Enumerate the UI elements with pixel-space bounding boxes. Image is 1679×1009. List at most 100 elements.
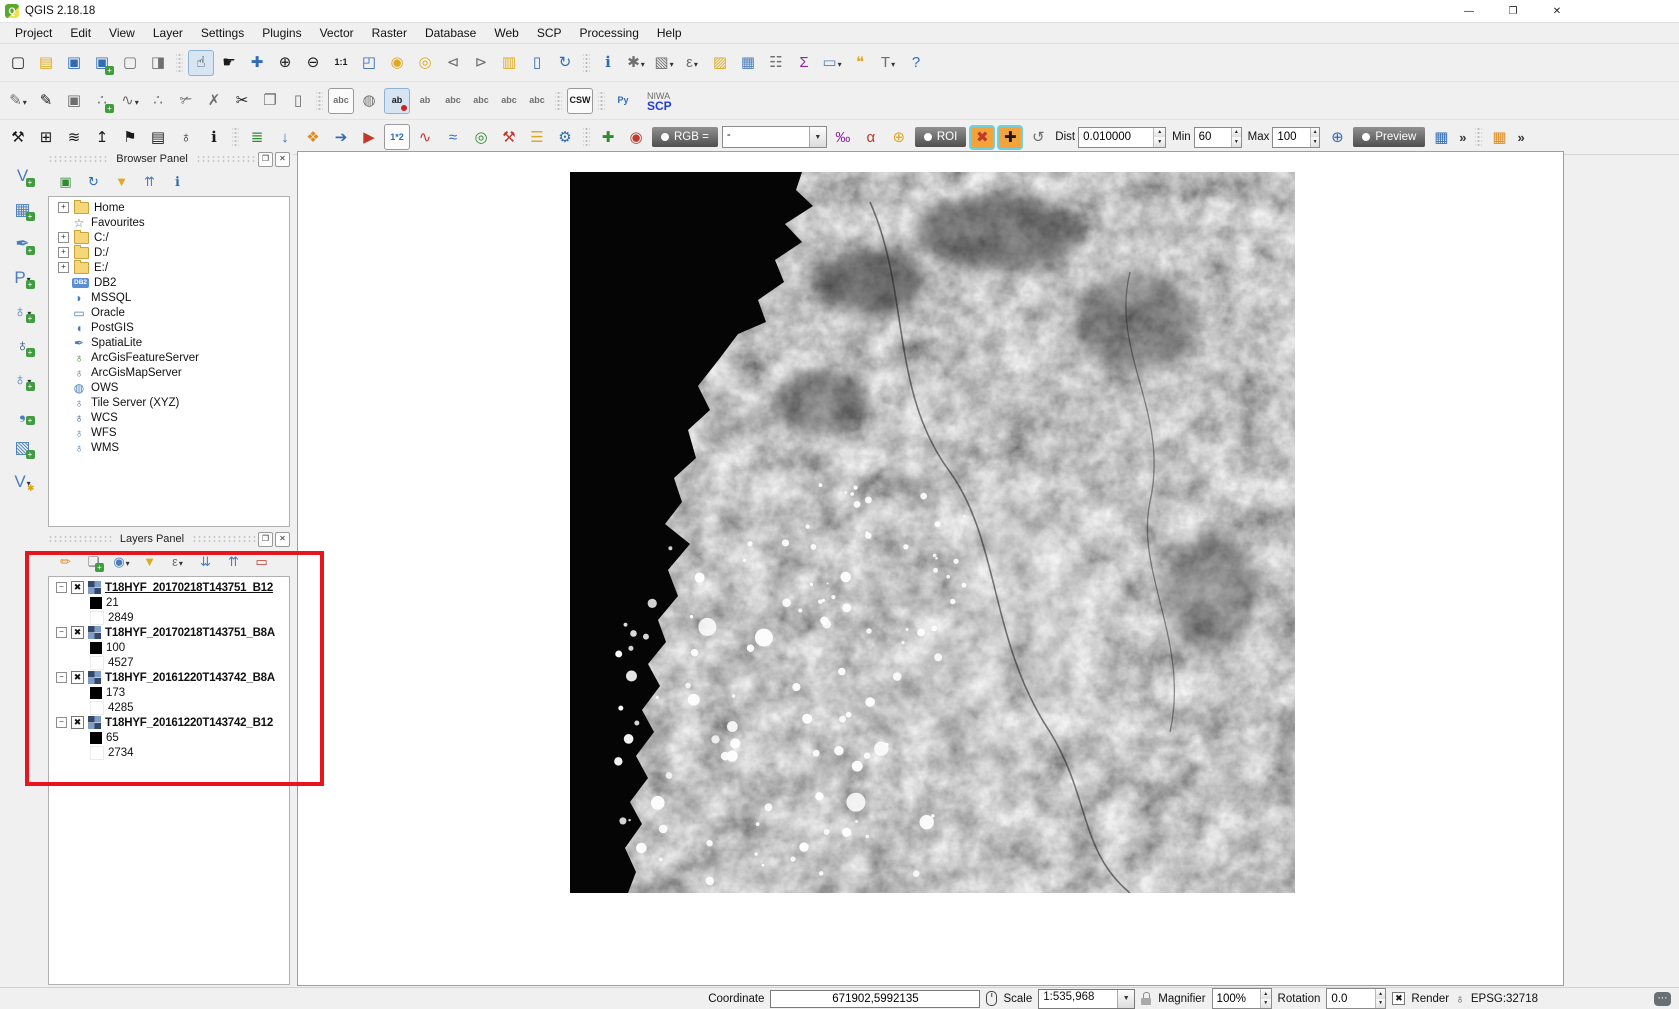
- expander-icon[interactable]: +: [58, 232, 69, 243]
- browser-item-c[interactable]: +C:/: [49, 230, 289, 245]
- pan-to-selection-button[interactable]: ✚: [244, 50, 270, 76]
- menu-vector[interactable]: Vector: [311, 24, 363, 42]
- expander-icon[interactable]: +: [58, 202, 69, 213]
- spin-down-icon[interactable]: [1311, 137, 1320, 147]
- scp-tools-button[interactable]: ⚒: [496, 124, 522, 150]
- expander-icon[interactable]: +: [58, 247, 69, 258]
- add-wms-layer-button[interactable]: ♁+: [10, 298, 36, 324]
- layer-row[interactable]: −✖T18HYF_20170218T143751_B12: [49, 580, 289, 595]
- label-highlight-button[interactable]: ab: [412, 88, 438, 114]
- scp-docs-button[interactable]: ☰: [524, 124, 550, 150]
- toolbar-overflow-button[interactable]: »: [1459, 130, 1466, 145]
- zoom-full-button[interactable]: ◰: [356, 50, 382, 76]
- spin-down-icon[interactable]: [1154, 137, 1165, 147]
- expand-all-button[interactable]: ⇊: [194, 550, 217, 573]
- spin-up-icon[interactable]: [1311, 128, 1320, 138]
- manage-visibility-button[interactable]: ◉: [110, 550, 133, 573]
- rgb-zoom-button[interactable]: ◉: [623, 124, 649, 150]
- chevron-down-icon[interactable]: [891, 54, 895, 71]
- label-properties-button[interactable]: abc: [524, 88, 550, 114]
- magnifier-input[interactable]: [1213, 989, 1260, 1008]
- mouse-position-icon[interactable]: [986, 991, 997, 1006]
- layer-checkbox[interactable]: ✖: [71, 581, 84, 594]
- menu-processing[interactable]: Processing: [571, 24, 648, 42]
- drag-handle[interactable]: [196, 155, 256, 163]
- chevron-down-icon[interactable]: [809, 127, 826, 147]
- spin-down-icon[interactable]: [1232, 137, 1241, 147]
- maximize-button[interactable]: ❐: [1491, 0, 1535, 22]
- add-delimited-text-button[interactable]: ❟+: [10, 400, 36, 426]
- move-feature-button[interactable]: ∴: [145, 88, 171, 114]
- rotation-spinner[interactable]: [1326, 988, 1386, 1009]
- plugin-export-button[interactable]: ⚑: [117, 124, 143, 150]
- open-attribute-table-button[interactable]: ▦: [735, 50, 761, 76]
- add-selected-layers-button[interactable]: ▣: [54, 170, 77, 193]
- cut-features-button[interactable]: ✂: [229, 88, 255, 114]
- chevron-down-icon[interactable]: [126, 554, 130, 569]
- layer-row[interactable]: −✖T18HYF_20161220T143742_B8A: [49, 670, 289, 685]
- spin-up-icon[interactable]: [1154, 128, 1165, 138]
- expander-icon[interactable]: −: [56, 582, 67, 593]
- expander-icon[interactable]: +: [58, 262, 69, 273]
- scp-settings-button[interactable]: ⚙: [552, 124, 578, 150]
- roi-redo-button[interactable]: ↺: [1025, 124, 1051, 150]
- new-scratch-layer-button[interactable]: V✱: [10, 468, 36, 494]
- menu-view[interactable]: View: [100, 24, 144, 42]
- delete-selected-button[interactable]: ✗: [201, 88, 227, 114]
- chevron-down-icon[interactable]: [694, 54, 698, 71]
- float-panel-button[interactable]: ❐: [258, 532, 273, 547]
- crs-globe-icon[interactable]: ♁: [1455, 991, 1465, 1006]
- browser-item-mssql[interactable]: ◗MSSQL: [49, 290, 289, 305]
- browser-item-tile-server-xyz[interactable]: ♁Tile Server (XYZ): [49, 395, 289, 410]
- new-shapefile-layer-button[interactable]: ▧+: [10, 434, 36, 460]
- composer-manager-button[interactable]: ◨: [145, 50, 171, 76]
- dist-field-input[interactable]: [1079, 128, 1153, 147]
- browser-item-home[interactable]: +Home: [49, 200, 289, 215]
- toggle-editing-button[interactable]: ✎: [33, 88, 59, 114]
- layer-checkbox[interactable]: ✖: [71, 716, 84, 729]
- scp-spectral-signature-button[interactable]: ≈: [440, 124, 466, 150]
- chevron-down-icon[interactable]: [670, 54, 674, 71]
- label-show-hide-button[interactable]: abc: [440, 88, 466, 114]
- zoom-out-button[interactable]: ⊖: [300, 50, 326, 76]
- labeling-options-button[interactable]: abc: [328, 88, 354, 114]
- run-feature-action-button[interactable]: ✱: [623, 50, 649, 76]
- max-field-input[interactable]: [1273, 128, 1309, 147]
- roi-chip[interactable]: ROI: [915, 127, 966, 147]
- show-statistics-button[interactable]: Σ: [791, 50, 817, 76]
- layers-panel-header[interactable]: Layers Panel ❐ ✕: [45, 530, 293, 548]
- zoom-in-button[interactable]: ⊕: [272, 50, 298, 76]
- chevron-down-icon[interactable]: [838, 54, 842, 71]
- scp-band-set-button[interactable]: ≣: [244, 124, 270, 150]
- coordinate-input[interactable]: [770, 990, 980, 1008]
- rgb-chip[interactable]: RGB =: [652, 127, 718, 147]
- dist-field-spinner[interactable]: [1078, 127, 1166, 148]
- chevron-down-icon[interactable]: [1117, 990, 1134, 1008]
- zoom-to-roi-button[interactable]: ⊕: [886, 124, 912, 150]
- label-pin-button[interactable]: ab: [384, 88, 410, 114]
- deselect-all-button[interactable]: ▨: [707, 50, 733, 76]
- layer-styling-button[interactable]: ✏: [54, 550, 77, 573]
- add-wcs-layer-button[interactable]: ♁+: [10, 332, 36, 358]
- refresh-map-button[interactable]: ↻: [552, 50, 578, 76]
- expander-icon[interactable]: −: [56, 627, 67, 638]
- browser-item-postgis[interactable]: ◖PostGIS: [49, 320, 289, 335]
- scp-band-calc-button[interactable]: 1*2: [384, 124, 410, 150]
- rgb-combo[interactable]: -: [722, 126, 827, 148]
- rgb-composite-button[interactable]: ▦: [1428, 124, 1454, 150]
- layer-row[interactable]: −✖T18HYF_20161220T143742_B12: [49, 715, 289, 730]
- label-move-button[interactable]: abc: [468, 88, 494, 114]
- scp-postprocessing-button[interactable]: ▶: [356, 124, 382, 150]
- label-rotate-button[interactable]: abc: [496, 88, 522, 114]
- text-annotation-button[interactable]: T: [875, 50, 901, 76]
- menu-scp[interactable]: SCP: [528, 24, 571, 42]
- filter-expression-button[interactable]: ε: [166, 550, 189, 573]
- menu-plugins[interactable]: Plugins: [253, 24, 310, 42]
- spin-buttons[interactable]: [1310, 128, 1320, 147]
- add-raster-layer-button[interactable]: ▦+: [10, 196, 36, 222]
- menu-database[interactable]: Database: [416, 24, 485, 42]
- drag-handle[interactable]: [48, 535, 112, 543]
- menu-help[interactable]: Help: [648, 24, 691, 42]
- browser-panel-header[interactable]: Browser Panel ❐ ✕: [45, 150, 293, 168]
- browser-item-db2[interactable]: DB2DB2: [49, 275, 289, 290]
